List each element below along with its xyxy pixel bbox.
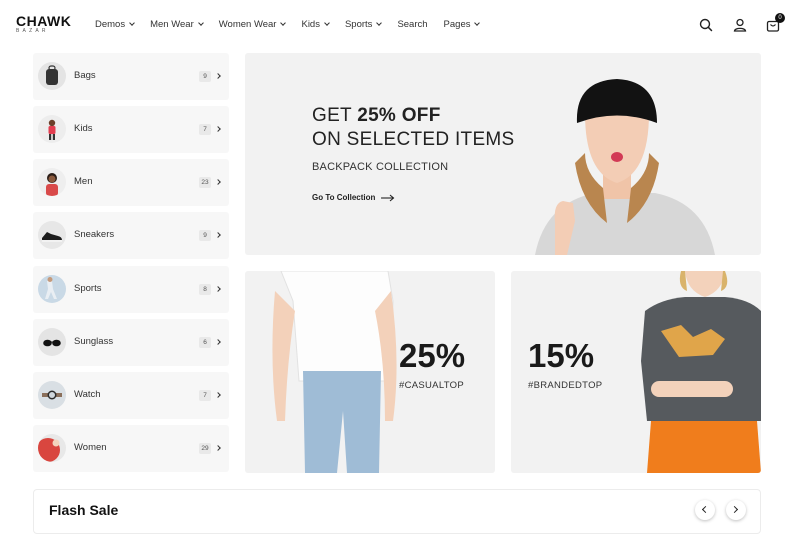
nav-item-men-wear[interactable]: Men Wear (150, 19, 204, 30)
category-label: Sunglass (74, 336, 114, 347)
category-label: Sneakers (74, 229, 115, 240)
chevron-right-icon (730, 505, 739, 514)
hero-headline-line2: ON SELECTED ITEMS (312, 129, 515, 150)
nav-item-demos[interactable]: Demos (95, 19, 135, 30)
arrow-right-icon (381, 194, 395, 201)
category-thumbnail (38, 221, 66, 249)
category-thumbnail (38, 434, 66, 462)
nav-label: Men Wear (150, 19, 194, 30)
chevron-down-icon (474, 20, 481, 26)
nav-item-sports[interactable]: Sports (344, 19, 383, 30)
nav-label: Pages (443, 19, 471, 30)
nav-label: Sports (344, 19, 373, 30)
category-item-bags[interactable]: Bags 9 (33, 53, 229, 100)
flash-sale-section: Flash Sale (33, 489, 761, 534)
carousel-prev-button[interactable] (695, 500, 715, 520)
cart-count-badge: 0 (775, 13, 785, 23)
promo-tag: #BRANDEDTOP (528, 380, 603, 391)
chevron-right-icon (215, 286, 221, 292)
category-thumbnail (38, 115, 66, 143)
carousel-next-button[interactable] (726, 500, 746, 520)
chevron-down-icon (197, 20, 204, 26)
go-to-collection-link[interactable]: Go To Collection (312, 193, 395, 202)
search-icon[interactable] (698, 17, 714, 33)
promo-card-casualtop[interactable]: 25% #CASUALTOP (245, 271, 495, 473)
category-thumbnail (38, 328, 66, 356)
category-count: 23 (199, 177, 211, 188)
nav-item-pages[interactable]: Pages (443, 19, 481, 30)
hero-subtitle: BACKPACK COLLECTION (312, 161, 449, 173)
category-thumbnail (38, 168, 66, 196)
chevron-right-icon (215, 179, 221, 185)
nav-item-kids[interactable]: Kids (301, 19, 330, 30)
category-item-sports[interactable]: Sports 8 (33, 266, 229, 313)
main-nav: Demos Men Wear Women Wear Kids Sports Se… (95, 19, 495, 30)
hero-headline-prefix: GET (312, 105, 358, 126)
chevron-right-icon (215, 445, 221, 451)
shopping-bag-icon[interactable]: 0 (765, 13, 785, 33)
nav-item-search[interactable]: Search (397, 19, 427, 30)
promo-model-image (641, 271, 761, 473)
site-header: CHAWK BAZAR Demos Men Wear Women Wear Ki… (0, 0, 793, 52)
promo-card-brandedtop[interactable]: 15% #BRANDEDTOP (511, 271, 761, 473)
category-label: Watch (74, 389, 101, 400)
category-thumbnail (38, 275, 66, 303)
category-item-kids[interactable]: Kids 7 (33, 106, 229, 153)
flash-sale-title: Flash Sale (49, 502, 119, 518)
category-item-watch[interactable]: Watch 7 (33, 372, 229, 419)
category-thumbnail (38, 381, 66, 409)
category-count: 7 (199, 124, 211, 135)
chevron-right-icon (215, 126, 221, 132)
nav-label: Women Wear (218, 19, 277, 30)
category-count: 6 (199, 337, 211, 348)
promo-model-image (272, 271, 397, 473)
user-icon[interactable] (732, 17, 748, 33)
chevron-down-icon (129, 20, 135, 26)
category-label: Kids (74, 123, 93, 134)
nav-label: Demos (95, 19, 126, 30)
nav-item-women-wear[interactable]: Women Wear (218, 19, 287, 30)
chevron-right-icon (215, 232, 221, 238)
category-count: 9 (199, 230, 211, 241)
category-count: 29 (199, 443, 211, 454)
category-item-sunglass[interactable]: Sunglass 6 (33, 319, 229, 366)
logo[interactable]: CHAWK BAZAR (16, 13, 72, 34)
category-label: Women (74, 442, 107, 453)
category-thumbnail (38, 62, 66, 90)
category-count: 7 (199, 390, 211, 401)
chevron-right-icon (215, 73, 221, 79)
chevron-down-icon (280, 20, 287, 26)
category-count: 8 (199, 284, 211, 295)
hero-headline-line1: GET 25% OFF (312, 105, 441, 127)
nav-label: Search (397, 19, 428, 30)
promo-percent: 15% (528, 337, 595, 374)
hero-banner[interactable]: GET 25% OFF ON SELECTED ITEMS BACKPACK C… (245, 53, 761, 255)
hero-link-label: Go To Collection (312, 193, 376, 202)
category-item-women[interactable]: Women 29 (33, 425, 229, 472)
hero-model-image (535, 79, 715, 255)
chevron-left-icon (701, 505, 710, 514)
promo-percent: 25% (399, 337, 466, 374)
promo-tag: #CASUALTOP (399, 380, 464, 391)
category-label: Bags (74, 70, 96, 81)
category-item-men[interactable]: Men 23 (33, 159, 229, 206)
chevron-down-icon (376, 20, 383, 26)
chevron-down-icon (324, 20, 330, 26)
nav-label: Kids (301, 19, 320, 30)
category-label: Men (74, 176, 93, 187)
category-label: Sports (74, 283, 102, 294)
category-count: 9 (199, 71, 211, 82)
logo-main-text: CHAWK (16, 13, 72, 29)
category-item-sneakers[interactable]: Sneakers 9 (33, 212, 229, 259)
chevron-right-icon (215, 392, 221, 398)
hero-headline-discount: 25% OFF (357, 105, 441, 126)
chevron-right-icon (215, 339, 221, 345)
